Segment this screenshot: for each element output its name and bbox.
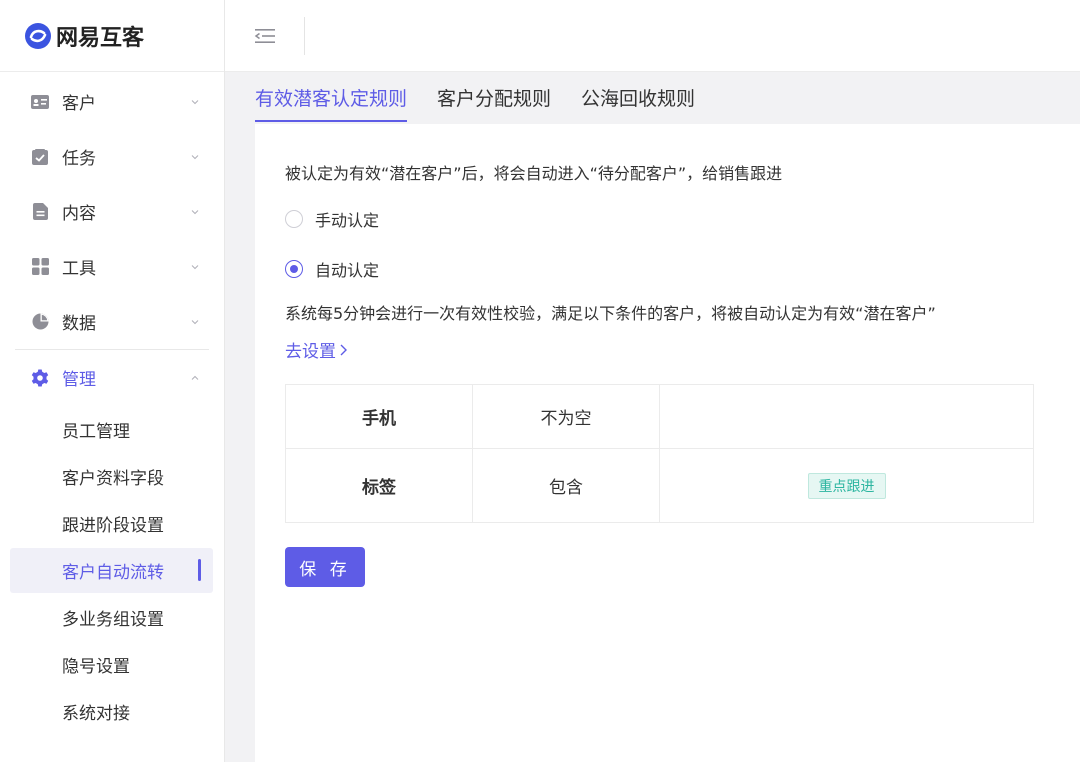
management-submenu: 员工管理 客户资料字段 跟进阶段设置 客户自动流转 多业务组设置 隐号设置 系统… [0, 405, 224, 735]
submenu-item-staff[interactable]: 员工管理 [0, 406, 224, 453]
sidebar-item-label: 数据 [62, 314, 96, 334]
task-icon [31, 148, 49, 166]
rule-tabs: 有效潜客认定规则 客户分配规则 公海回收规则 [255, 72, 725, 122]
submenu-item-business-groups[interactable]: 多业务组设置 [0, 594, 224, 641]
radio-label: 手动认定 [315, 211, 380, 230]
sidebar-item-label: 工具 [62, 259, 96, 279]
table-row: 手机 不为空 [285, 384, 1034, 449]
contact-card-icon [31, 93, 49, 111]
chevron-down-icon [191, 319, 199, 324]
chevron-right-icon [340, 344, 347, 355]
submenu-item-system-integration[interactable]: 系统对接 [0, 688, 224, 735]
submenu-item-hidden-number[interactable]: 隐号设置 [0, 641, 224, 688]
sidebar-item-data[interactable]: 数据 [0, 294, 224, 349]
collapse-menu-icon[interactable] [254, 27, 276, 45]
brand-logo-icon [25, 22, 51, 49]
sidebar-item-content[interactable]: 内容 [0, 184, 224, 239]
condition-field: 手机 [285, 384, 473, 449]
sidebar-item-customer[interactable]: 客户 [0, 74, 224, 129]
go-settings-link[interactable]: 去设置 [285, 337, 348, 362]
submenu-item-label: 客户自动流转 [62, 563, 164, 583]
top-bar [225, 0, 1080, 72]
sidebar: 网易互客 客户 任务 内容 工具 数据 管理 员工管理 客户资料字段 跟进阶段设… [0, 0, 225, 762]
sidebar-item-label: 管理 [62, 370, 96, 390]
radio-label: 自动认定 [315, 261, 380, 280]
auto-check-description: 系统每5分钟会进行一次有效性校验，满足以下条件的客户，将被自动认定为有效“潜在客… [285, 304, 936, 323]
tab-valid-lead-rules[interactable]: 有效潜客认定规则 [255, 72, 408, 122]
gear-icon [31, 369, 49, 387]
topbar-divider [304, 17, 305, 55]
radio-circle [285, 210, 303, 228]
submenu-item-customer-fields[interactable]: 客户资料字段 [0, 453, 224, 500]
sidebar-item-label: 客户 [62, 94, 96, 114]
go-settings-label: 去设置 [285, 342, 336, 362]
main-content: 有效潜客认定规则 客户分配规则 公海回收规则 被认定为有效“潜在客户”后，将会自… [225, 72, 1080, 762]
table-row: 标签 包含 重点跟进 [285, 448, 1034, 523]
rule-description: 被认定为有效“潜在客户”后，将会自动进入“待分配客户”，给销售跟进 [285, 164, 783, 183]
radio-manual[interactable]: 手动认定 [285, 207, 379, 231]
document-icon [31, 203, 49, 221]
sidebar-item-tools[interactable]: 工具 [0, 239, 224, 294]
condition-value [659, 384, 1034, 449]
radio-circle [285, 260, 303, 278]
tag-badge: 重点跟进 [807, 472, 886, 499]
condition-operator: 不为空 [472, 384, 660, 449]
condition-operator: 包含 [472, 448, 660, 523]
chevron-down-icon [191, 99, 199, 104]
condition-value: 重点跟进 [659, 448, 1034, 523]
conditions-table: 手机 不为空 标签 包含 重点跟进 [285, 384, 1034, 523]
tab-customer-assignment-rules[interactable]: 客户分配规则 [437, 72, 551, 122]
rule-panel: 被认定为有效“潜在客户”后，将会自动进入“待分配客户”，给销售跟进 手动认定 自… [255, 124, 1080, 762]
radio-auto[interactable]: 自动认定 [285, 257, 379, 281]
submenu-item-auto-transfer[interactable]: 客户自动流转 [10, 548, 213, 593]
chevron-down-icon [191, 209, 199, 214]
save-button[interactable]: 保 存 [285, 547, 365, 587]
brand-name: 网易互客 [56, 25, 145, 51]
submenu-item-followup-stages[interactable]: 跟进阶段设置 [0, 500, 224, 547]
chevron-down-icon [191, 264, 199, 269]
brand-logo[interactable]: 网易互客 [0, 0, 224, 72]
condition-field: 标签 [285, 448, 473, 523]
sidebar-item-label: 任务 [62, 149, 96, 169]
grid-icon [31, 258, 49, 276]
sidebar-item-management[interactable]: 管理 [0, 350, 224, 405]
sidebar-item-task[interactable]: 任务 [0, 129, 224, 184]
sidebar-nav: 客户 任务 内容 工具 数据 管理 员工管理 客户资料字段 跟进阶段设置 客户自… [0, 72, 224, 735]
sidebar-item-label: 内容 [62, 204, 96, 224]
chevron-down-icon [191, 154, 199, 159]
chevron-up-icon [191, 375, 199, 380]
tab-public-pool-recovery-rules[interactable]: 公海回收规则 [581, 72, 695, 122]
active-indicator [198, 559, 201, 581]
pie-chart-icon [31, 313, 49, 331]
